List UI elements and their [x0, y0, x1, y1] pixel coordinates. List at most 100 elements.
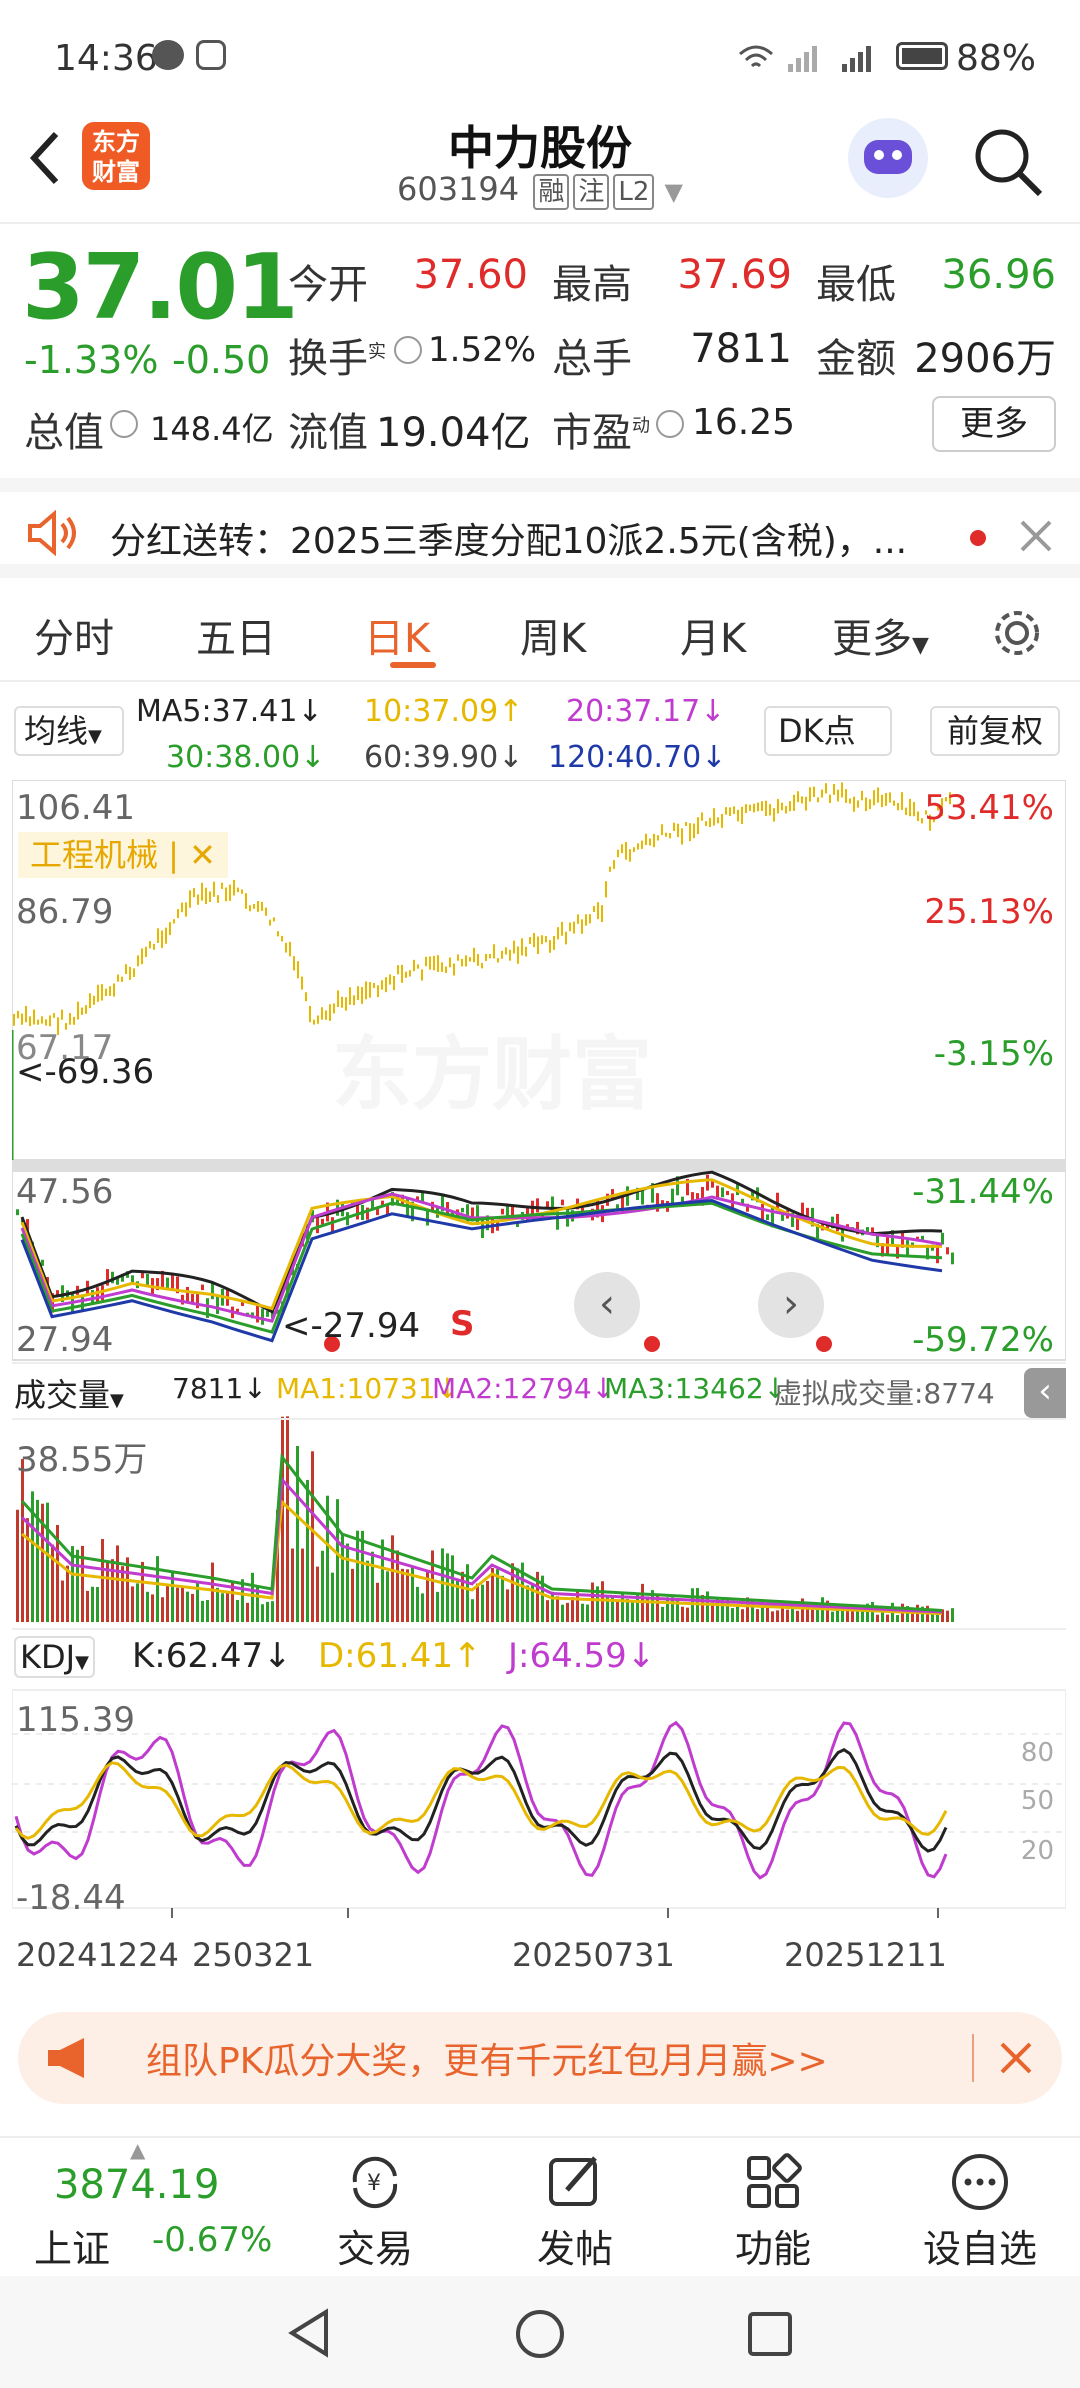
- kline-candle: [461, 1207, 464, 1213]
- volume-bar: [291, 1548, 294, 1622]
- gear-icon[interactable]: [990, 606, 1044, 660]
- volume-select[interactable]: 成交量▼: [14, 1370, 124, 1416]
- back-triangle-icon[interactable]: [286, 2308, 332, 2358]
- kdj-level-20: 20: [1020, 1836, 1054, 1866]
- caret-down-icon: ▼: [88, 726, 102, 747]
- nav-trade-label: 交易: [336, 2227, 413, 2271]
- change-value: -0.50: [172, 338, 271, 382]
- pe-value: 16.25: [692, 402, 796, 443]
- price-adjust-button[interactable]: 前复权: [930, 706, 1060, 756]
- volume-bar: [646, 1596, 649, 1622]
- home-circle-icon[interactable]: [514, 2308, 566, 2360]
- dk-point-button[interactable]: DK点: [764, 706, 892, 756]
- kline-candle: [171, 1275, 174, 1290]
- ma120-value: 120:40.70↓: [548, 740, 727, 775]
- turnover-sup: 实: [368, 341, 386, 363]
- kline-candle: [766, 1214, 769, 1221]
- robot-assistant-icon[interactable]: [848, 118, 928, 198]
- recents-square-icon[interactable]: [746, 2310, 794, 2358]
- pe-sup: 动: [632, 415, 650, 437]
- unread-dot: [970, 530, 986, 546]
- volume-bar: [946, 1610, 949, 1622]
- low-label: 最低: [816, 262, 896, 308]
- volume-bar: [831, 1611, 834, 1622]
- nav-post[interactable]: 发帖: [520, 2150, 630, 2271]
- volume-bar: [421, 1593, 424, 1622]
- info-icon[interactable]: [394, 336, 422, 364]
- signal-icons: [739, 45, 871, 72]
- kline-chart-area[interactable]: 106.41 86.79 67.17 53.41% 25.13% -3.15% …: [12, 780, 1066, 1990]
- caret-up-icon: ▲: [130, 2138, 146, 2162]
- volume-bar: [856, 1611, 859, 1622]
- nav-functions[interactable]: 功能: [718, 2150, 828, 2271]
- tab-more[interactable]: 更多▼: [832, 606, 929, 664]
- kline-candle: [721, 1187, 724, 1198]
- ma60-value: 60:39.90↓: [364, 740, 524, 775]
- tab-weekly-k[interactable]: 周K: [520, 606, 586, 664]
- index-name: 上证: [34, 2227, 111, 2271]
- volume-bar: [441, 1548, 444, 1622]
- upper-y-top: 106.41: [16, 788, 135, 828]
- kline-candle: [946, 1247, 949, 1255]
- scroll-left-button[interactable]: ‹: [574, 1272, 640, 1338]
- kdj-level-50: 50: [1020, 1786, 1054, 1816]
- tab-monthly-k[interactable]: 月K: [680, 606, 746, 664]
- compare-index-tag[interactable]: 工程机械 | ✕: [18, 832, 228, 878]
- turnover-value: 1.52%: [428, 330, 537, 370]
- tab-5day[interactable]: 五日: [196, 606, 276, 664]
- battery-icon: [896, 42, 948, 70]
- volume-bar: [151, 1594, 154, 1622]
- ma-select[interactable]: 均线▼: [14, 706, 124, 756]
- nav-trade[interactable]: ¥ 交易: [320, 2150, 430, 2271]
- volume-bar: [391, 1535, 394, 1622]
- note-tag: 注: [573, 174, 610, 210]
- collapse-panel-button[interactable]: ‹: [1024, 1368, 1066, 1418]
- info-icon[interactable]: [110, 410, 138, 438]
- volume-bar: [466, 1564, 469, 1622]
- kline-candle: [506, 1206, 509, 1216]
- scroll-right-button[interactable]: ›: [758, 1272, 824, 1338]
- close-icon[interactable]: [998, 2040, 1034, 2076]
- sell-marker: S: [450, 1304, 475, 1344]
- more-quote-button[interactable]: 更多: [932, 396, 1056, 452]
- battery-level: 88%: [956, 38, 1037, 79]
- close-icon[interactable]: [1018, 518, 1054, 554]
- volume-bar: [356, 1530, 359, 1622]
- volume-bar: [406, 1569, 409, 1622]
- volume-ma3: MA3:13462↓: [604, 1372, 788, 1405]
- chevron-down-icon[interactable]: ▼: [665, 178, 683, 206]
- tab-daily-k[interactable]: 日K: [364, 606, 430, 664]
- low-value: 36.96: [941, 252, 1056, 298]
- kline-candle: [781, 1214, 784, 1221]
- index-ticker[interactable]: ▲ 3874.19 上证 -0.67%: [0, 2138, 290, 2278]
- volume-bar: [556, 1596, 559, 1622]
- volume-bar: [316, 1566, 319, 1622]
- period-tabs: 分时 五日 日K 周K 月K 更多▼: [0, 592, 1080, 682]
- volume-bar: [501, 1575, 504, 1622]
- volume-bar: [176, 1587, 179, 1622]
- tab-more-label: 更多: [832, 616, 912, 662]
- volume-bar: [511, 1563, 514, 1622]
- volume-bar: [436, 1591, 439, 1622]
- hand-icon: [196, 40, 226, 70]
- volume-bar: [701, 1595, 704, 1622]
- compare-index-label: 工程机械 |: [30, 836, 179, 874]
- grid-icon: [747, 2153, 802, 2208]
- nav-add-watchlist[interactable]: 设自选: [900, 2150, 1060, 2271]
- close-icon[interactable]: ✕: [189, 836, 216, 874]
- kdj-select[interactable]: KDJ▼: [14, 1636, 95, 1678]
- kdj-d: D:61.41↑: [318, 1636, 482, 1676]
- volume-bar: [246, 1602, 249, 1622]
- virtual-volume: 虚拟成交量:8774: [774, 1377, 995, 1410]
- tab-intraday[interactable]: 分时: [34, 606, 114, 664]
- volume-label: 总手: [552, 336, 632, 382]
- kline-candle: [216, 1295, 219, 1314]
- search-icon[interactable]: [972, 126, 1046, 200]
- volume-bar: [321, 1550, 324, 1622]
- info-icon[interactable]: [656, 410, 684, 438]
- volume-bar: [601, 1581, 604, 1622]
- volume-bar: [206, 1600, 209, 1622]
- promo-banner[interactable]: 组队PK瓜分大奖，更有千元红包月月赢>>: [18, 2012, 1062, 2104]
- volume-bar: [146, 1591, 149, 1622]
- dividend-notice[interactable]: 分红送转：2025三季度分配10派2.5元(含税)，...: [0, 478, 1080, 578]
